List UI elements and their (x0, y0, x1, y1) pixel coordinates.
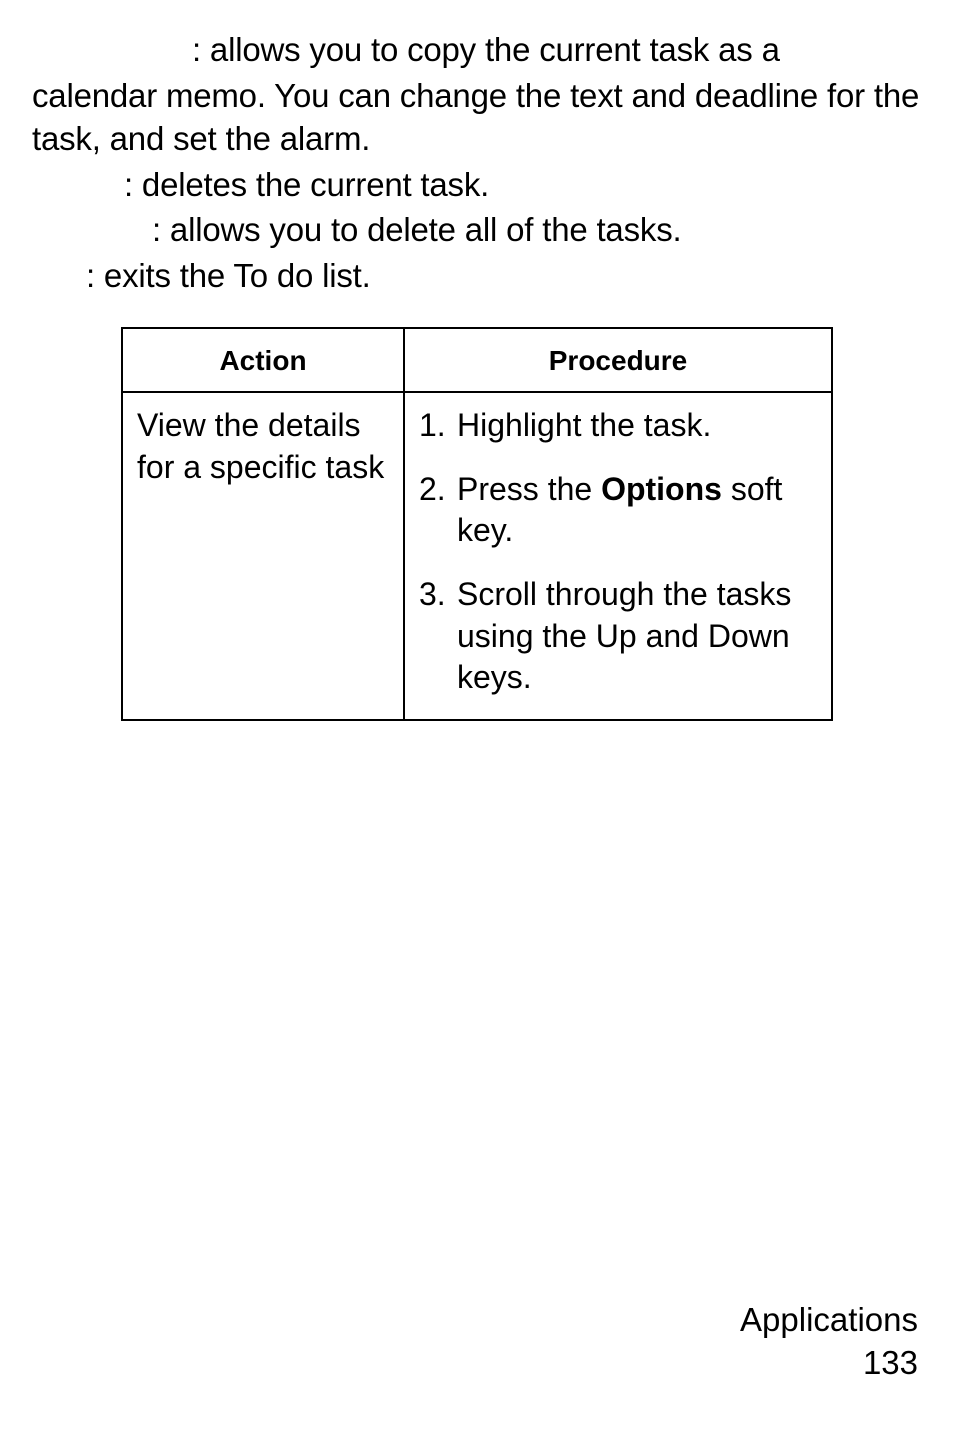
step-2: 2. Press the Options soft key. (419, 469, 817, 552)
step-1-text: Highlight the task. (457, 407, 711, 443)
cell-procedure: 1. Highlight the task. 2. Press the Opti… (404, 392, 832, 720)
paragraph-delete-all: : allows you to delete all of the tasks. (32, 208, 922, 252)
step-1-number: 1. (419, 405, 446, 447)
step-3: 3. Scroll through the tasks using the Up… (419, 574, 817, 699)
paragraph-copy-cont: calendar memo. You can change the text a… (32, 74, 922, 161)
procedure-table: Action Procedure View the details for a … (121, 327, 833, 721)
cell-action: View the details for a specific task (122, 392, 404, 720)
body-text-block: : allows you to copy the current task as… (32, 28, 922, 297)
paragraph-exit: : exits the To do list. (32, 254, 922, 298)
table-row: View the details for a specific task 1. … (122, 392, 832, 720)
header-procedure: Procedure (404, 328, 832, 392)
step-3-number: 3. (419, 574, 446, 616)
document-page: : allows you to copy the current task as… (0, 0, 954, 1433)
footer-section: Applications (740, 1299, 918, 1342)
step-2-number: 2. (419, 469, 446, 511)
page-footer: Applications 133 (740, 1299, 918, 1385)
step-2-text: Press the Options soft key. (457, 471, 782, 549)
step-1: 1. Highlight the task. (419, 405, 817, 447)
table-header-row: Action Procedure (122, 328, 832, 392)
footer-page-number: 133 (740, 1342, 918, 1385)
paragraph-copy-lead: : allows you to copy the current task as… (32, 28, 922, 72)
paragraph-delete: : deletes the current task. (32, 163, 922, 207)
procedure-steps: 1. Highlight the task. 2. Press the Opti… (419, 405, 817, 699)
header-action: Action (122, 328, 404, 392)
step-3-text: Scroll through the tasks using the Up an… (457, 576, 791, 695)
